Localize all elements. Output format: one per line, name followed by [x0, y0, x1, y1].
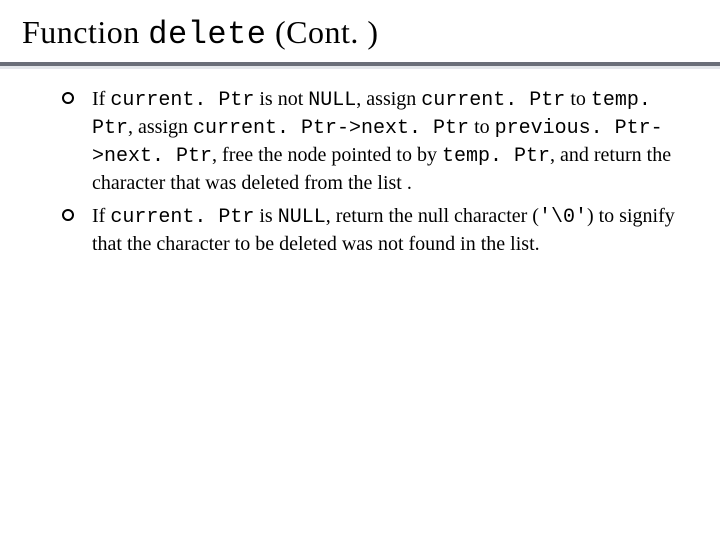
list-item: If current. Ptr is not NULL, assign curr…	[60, 86, 680, 197]
text-run: If	[92, 205, 110, 227]
text-run: is not	[254, 88, 308, 110]
slide: Function delete (Cont. ) If current. Ptr…	[0, 0, 720, 540]
code-run: temp. Ptr	[442, 145, 550, 168]
title-code: delete	[148, 16, 266, 53]
code-run: '\0'	[539, 206, 587, 229]
code-run: current. Ptr	[421, 89, 565, 112]
text-run: , assign	[356, 88, 421, 110]
text-run: , free the node pointed to by	[212, 144, 442, 166]
title-rule-light	[0, 66, 720, 69]
text-run: to	[469, 116, 495, 138]
text-run: to	[565, 88, 591, 110]
text-run: is	[254, 205, 277, 227]
slide-title: Function delete (Cont. )	[22, 14, 379, 53]
text-run: If	[92, 88, 110, 110]
title-prefix: Function	[22, 14, 148, 50]
code-run: NULL	[308, 89, 356, 112]
code-run: NULL	[278, 206, 326, 229]
code-run: current. Ptr	[110, 206, 254, 229]
code-run: current. Ptr->next. Ptr	[193, 117, 469, 140]
title-suffix: (Cont. )	[267, 14, 379, 50]
list-item: If current. Ptr is NULL, return the null…	[60, 203, 680, 258]
bullet-list: If current. Ptr is not NULL, assign curr…	[60, 86, 680, 258]
text-run: , assign	[128, 116, 193, 138]
content-area: If current. Ptr is not NULL, assign curr…	[60, 86, 680, 264]
text-run: , return the null character (	[326, 205, 539, 227]
code-run: current. Ptr	[110, 89, 254, 112]
